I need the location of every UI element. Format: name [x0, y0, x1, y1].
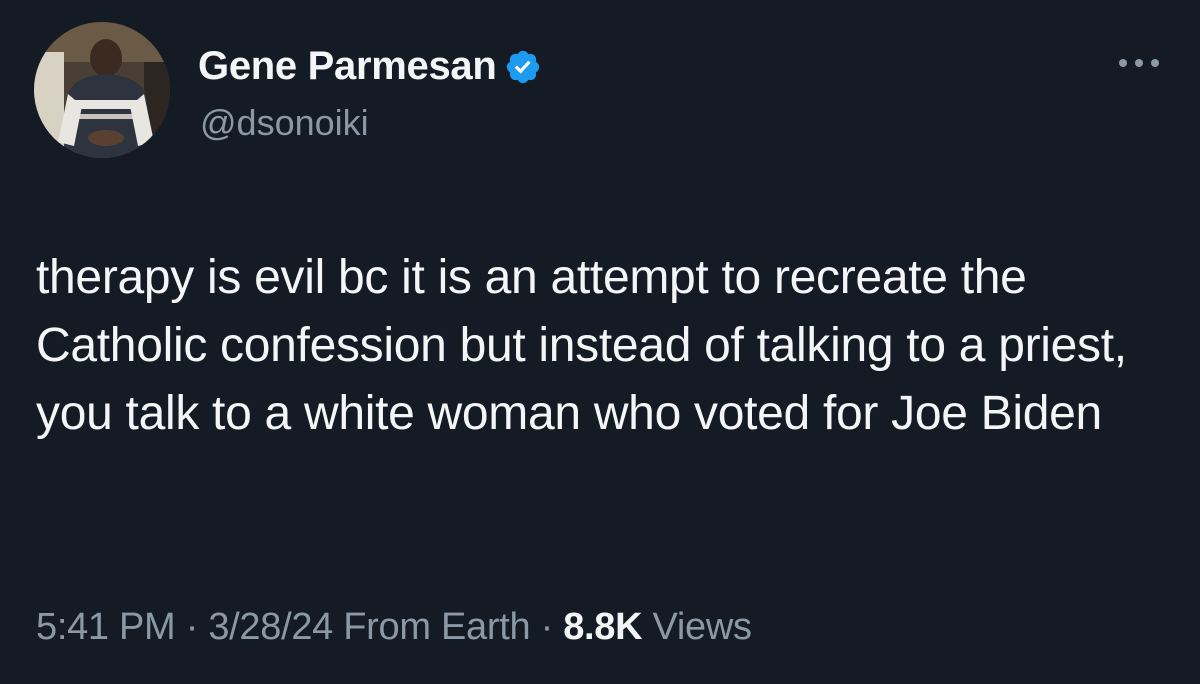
author-display-name[interactable]: Gene Parmesan	[198, 44, 497, 89]
avatar[interactable]	[34, 22, 170, 158]
views-label[interactable]: Views	[653, 606, 752, 648]
tweet-metadata: 5:41 PM · 3/28/24 From Earth · 8.8K View…	[36, 606, 752, 649]
views-count[interactable]: 8.8K	[563, 606, 642, 648]
tweet-text: therapy is evil bc it is an attempt to r…	[36, 251, 1127, 440]
tweet-time[interactable]: 5:41 PM	[36, 606, 176, 648]
author-name-row: Gene Parmesan	[198, 44, 542, 89]
more-options-icon[interactable]	[1116, 56, 1162, 70]
meta-separator: ·	[185, 606, 199, 648]
tweet-card: Gene Parmesan @dsonoiki therapy is evil …	[0, 0, 1200, 684]
avatar-photo	[34, 22, 170, 158]
tweet-date[interactable]: 3/28/24	[208, 606, 333, 648]
author-handle[interactable]: @dsonoiki	[200, 102, 369, 144]
verified-badge-icon	[507, 50, 540, 83]
tweet-source: From Earth	[343, 606, 531, 648]
meta-separator-2: ·	[540, 606, 554, 648]
